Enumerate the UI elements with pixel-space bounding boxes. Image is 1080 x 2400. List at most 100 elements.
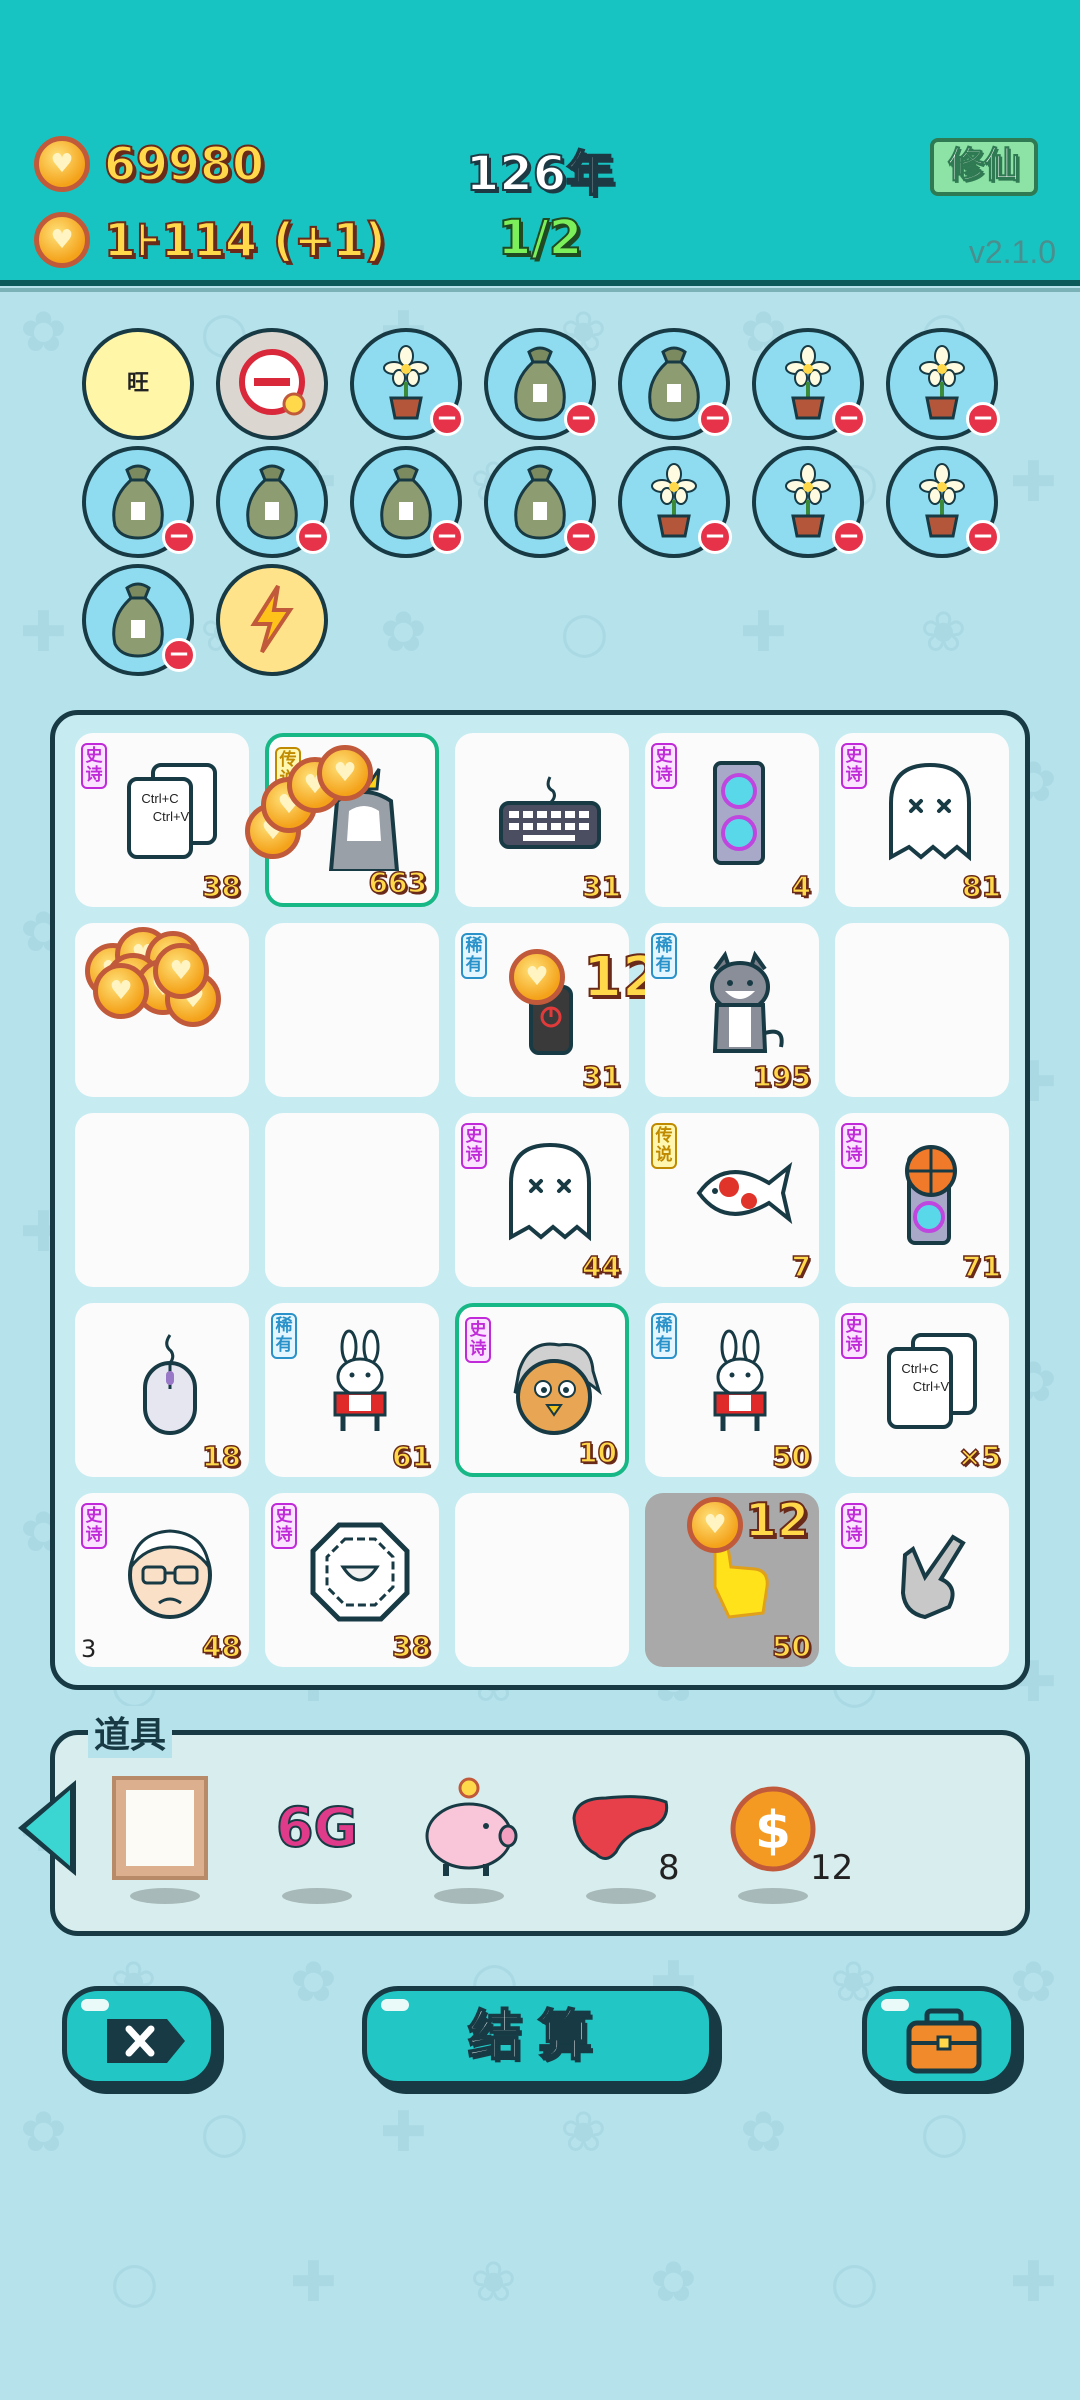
board-cell[interactable]: 史诗 10 [455, 1303, 629, 1477]
copy-paste-icon: Ctrl+C Ctrl+V [115, 757, 225, 867]
remove-badge-icon[interactable]: − [966, 520, 1000, 554]
active-item-wang-symbol[interactable]: 旺 [82, 328, 194, 440]
coin-icon [317, 745, 373, 801]
board-cell[interactable] [455, 1493, 629, 1667]
prop-item[interactable] [414, 1774, 524, 1904]
settle-button[interactable]: 结算 [362, 1986, 714, 2086]
board-cell[interactable]: 稀有3112 [455, 923, 662, 1097]
gain-amount: 12 [744, 1492, 810, 1548]
prop-item[interactable] [110, 1774, 220, 1904]
board-cell[interactable]: Ctrl+C Ctrl+V 史诗 38 [75, 733, 249, 907]
active-item-lightning[interactable] [216, 564, 328, 676]
active-item-flower-pot[interactable]: − [886, 328, 1000, 440]
item-count: 50 [771, 1439, 811, 1474]
pattern-glyph: ○ [200, 2100, 249, 2165]
board-cell[interactable]: 史诗 4 [645, 733, 819, 907]
board-cell[interactable]: 史诗 81 [835, 733, 1009, 907]
remove-badge-icon[interactable]: − [296, 520, 330, 554]
props-title: 道具 [88, 1706, 173, 1758]
remove-badge-icon[interactable]: − [564, 520, 598, 554]
board-cell[interactable] [75, 923, 249, 1097]
board-cell[interactable]: 史诗 71 [835, 1113, 1009, 1287]
board-cell[interactable] [835, 923, 1009, 1097]
active-item-flower-pot[interactable]: − [752, 328, 866, 440]
inventory-button[interactable] [862, 1986, 1016, 2086]
remove-badge-icon[interactable]: − [698, 520, 732, 554]
board-cell[interactable] [75, 1113, 249, 1287]
gain-coin-icon [687, 1497, 743, 1553]
active-item-flower-pot[interactable]: − [752, 446, 866, 558]
active-item-money-bag[interactable]: − [82, 564, 196, 676]
board-cell[interactable]: 稀有 61 [265, 1303, 439, 1477]
pattern-glyph: ✚ [290, 2250, 337, 2315]
remove-badge-icon[interactable]: − [162, 638, 196, 672]
remove-badge-icon[interactable]: − [832, 402, 866, 436]
active-item-money-bag[interactable]: − [82, 446, 196, 558]
xiuxian-button[interactable]: 修仙 [930, 138, 1038, 196]
prop-item[interactable]: $12 [718, 1774, 853, 1904]
remove-badge-icon[interactable]: − [698, 402, 732, 436]
husky-dog-icon [685, 947, 795, 1057]
coin-icon [153, 943, 209, 999]
remove-badge-icon[interactable]: − [430, 520, 464, 554]
item-count: 4 [791, 869, 812, 904]
active-item-money-bag[interactable]: − [618, 328, 732, 440]
pattern-glyph: ○ [920, 2100, 969, 2165]
rabbit-icon [685, 1327, 795, 1437]
pattern-glyph: ✿ [650, 2250, 697, 2315]
rarity-badge: 史诗 [465, 1317, 491, 1363]
pattern-glyph: ○ [560, 600, 609, 665]
prop-item[interactable]: 8 [566, 1774, 680, 1904]
rarity-badge: 史诗 [841, 743, 867, 789]
item-count: 31 [581, 1059, 621, 1094]
pattern-glyph: ○ [110, 2250, 159, 2315]
board-cell[interactable]: 18 [75, 1303, 249, 1477]
rarity-badge: 稀有 [651, 1313, 677, 1359]
pattern-glyph: ✚ [740, 600, 787, 665]
remove-badge-icon[interactable]: − [564, 402, 598, 436]
board-cell[interactable]: 传说 7 [645, 1113, 819, 1287]
board-cell[interactable]: 稀有 195 [645, 923, 819, 1097]
prop-shadow [434, 1888, 504, 1904]
board-cell[interactable]: 50 12 [645, 1492, 819, 1667]
active-item-money-bag[interactable]: − [216, 446, 330, 558]
remove-badge-icon[interactable]: − [430, 402, 464, 436]
pattern-glyph: ❀ [470, 2250, 517, 2315]
board-cell[interactable]: 稀有 50 [645, 1303, 819, 1477]
item-count: 44 [581, 1249, 621, 1284]
active-item-money-bag[interactable]: − [484, 446, 598, 558]
prop-item[interactable]: 6G [262, 1774, 372, 1904]
svg-text:Ctrl+C: Ctrl+C [901, 1361, 938, 1376]
active-item-money-bag[interactable]: − [350, 446, 464, 558]
board-cell[interactable] [265, 1113, 439, 1287]
remove-badge-icon[interactable]: − [162, 520, 196, 554]
board-cell[interactable]: Ctrl+C Ctrl+V 史诗 ×5 [835, 1303, 1009, 1477]
board-cell[interactable]: 史诗 38 [265, 1493, 439, 1667]
board-cell[interactable] [265, 923, 439, 1097]
item-count: 38 [391, 1629, 431, 1664]
board-cell[interactable]: 史诗 44 [455, 1113, 629, 1287]
active-item-flower-pot[interactable]: − [350, 328, 464, 440]
active-item-no-entry[interactable] [216, 328, 328, 440]
active-item-money-bag[interactable]: − [484, 328, 598, 440]
prop-shadow [586, 1888, 656, 1904]
remove-badge-icon[interactable]: − [966, 402, 1000, 436]
mouse-icon [115, 1327, 225, 1437]
briefcase-icon [906, 2008, 982, 2074]
board-cell[interactable]: 史诗 48 3 [75, 1493, 249, 1667]
rarity-badge: 史诗 [651, 743, 677, 789]
exit-x-icon [107, 2019, 185, 2063]
board-cell[interactable]: 31 [455, 733, 629, 907]
active-item-flower-pot[interactable]: − [618, 446, 732, 558]
prop-shadow [130, 1888, 200, 1904]
board-cell[interactable]: 史诗 [835, 1493, 1009, 1667]
props-left-arrow-icon[interactable] [18, 1780, 76, 1876]
item-count: 663 [368, 865, 428, 900]
wang-symbol-icon: 旺 [126, 371, 149, 396]
remove-badge-icon[interactable]: − [832, 520, 866, 554]
active-item-flower-pot[interactable]: − [886, 446, 1000, 558]
item-count: ×5 [957, 1439, 1001, 1474]
rabbit-icon [305, 1327, 415, 1437]
item-count: 195 [752, 1059, 812, 1094]
exit-button[interactable] [62, 1986, 216, 2086]
